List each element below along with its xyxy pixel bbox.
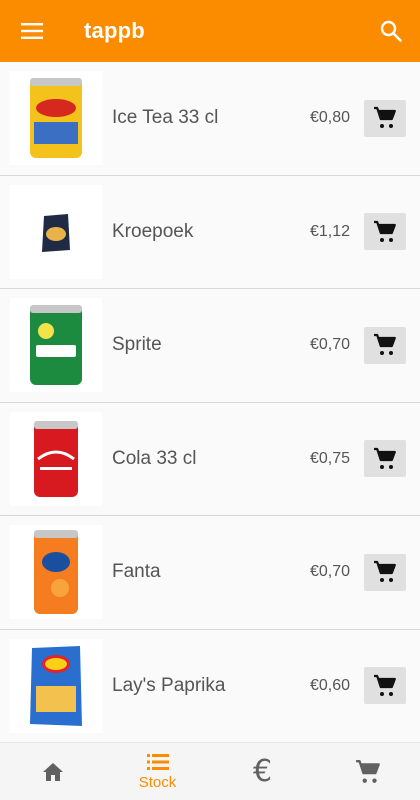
product-name: Fanta (112, 561, 161, 583)
product-image (10, 638, 102, 733)
home-icon (42, 762, 63, 781)
cart-icon (374, 107, 396, 129)
euro-icon: € (252, 753, 273, 789)
cart-icon (374, 674, 396, 696)
product-image (10, 525, 102, 619)
product-image (10, 71, 102, 165)
product-price: €0,60 (309, 676, 350, 694)
product-name: Lay's Paprika (112, 674, 226, 696)
product-price: €0,75 (309, 449, 350, 467)
product-row[interactable]: Ice Tea 33 cl €0,80 (0, 62, 420, 176)
product-row[interactable]: Fanta €0,70 (0, 516, 420, 630)
cart-icon (374, 561, 396, 583)
nav-stock-label: Stock (138, 774, 177, 791)
add-to-cart-button[interactable] (364, 99, 406, 137)
cart-icon (355, 759, 380, 783)
product-name: Ice Tea 33 cl (112, 107, 219, 129)
nav-cart[interactable] (315, 743, 420, 800)
nav-stock[interactable]: Stock (105, 743, 210, 800)
add-to-cart-button[interactable] (364, 326, 406, 364)
cart-icon (374, 447, 396, 469)
product-row[interactable]: Sprite €0,70 (0, 289, 420, 403)
add-to-cart-button[interactable] (364, 440, 406, 478)
add-to-cart-button[interactable] (364, 553, 406, 591)
app-title: tappb (84, 18, 145, 43)
bottom-navigation: Stock € (0, 742, 420, 800)
product-row[interactable]: Kroepoek €1,12 (0, 176, 420, 289)
product-image (10, 298, 102, 392)
product-price: €0,70 (309, 563, 350, 581)
list-icon (146, 754, 169, 770)
nav-payments[interactable]: € (210, 743, 315, 800)
product-image (10, 184, 102, 279)
nav-home[interactable] (0, 743, 105, 800)
product-price: €0,70 (309, 336, 350, 354)
search-icon (380, 20, 402, 42)
add-to-cart-button[interactable] (364, 213, 406, 251)
product-row[interactable]: Cola 33 cl €0,75 (0, 403, 420, 516)
product-price: €0,80 (309, 109, 350, 127)
product-row[interactable]: Lay's Paprika €0,60 (0, 630, 420, 743)
app-bar: tappb (0, 0, 420, 62)
product-name: Sprite (112, 334, 162, 356)
product-list[interactable]: Ice Tea 33 cl €0,80 Kroepoek €1,12 Sprit… (0, 62, 420, 742)
product-image (10, 411, 102, 506)
product-name: Cola 33 cl (112, 447, 197, 469)
add-to-cart-button[interactable] (364, 667, 406, 705)
cart-icon (374, 334, 396, 356)
cart-icon (374, 220, 396, 242)
product-name: Kroepoek (112, 220, 194, 242)
search-button[interactable] (362, 0, 420, 62)
product-price: €1,12 (309, 222, 350, 240)
menu-button[interactable] (0, 0, 64, 62)
menu-icon (21, 23, 43, 39)
